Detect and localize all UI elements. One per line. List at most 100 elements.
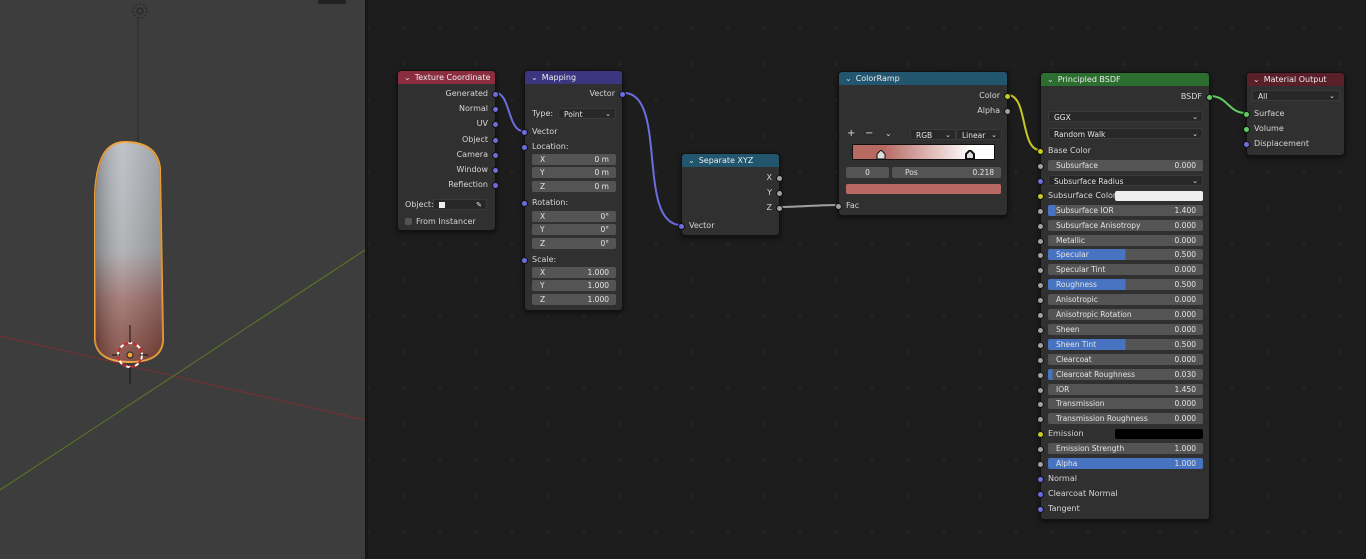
specular-slider[interactable]: Specular 0.500 bbox=[1048, 249, 1203, 260]
socket-tangent[interactable] bbox=[1037, 506, 1044, 513]
socket-surface[interactable] bbox=[1243, 111, 1250, 118]
socket-transmission-roughness[interactable] bbox=[1037, 416, 1044, 423]
socket-x[interactable] bbox=[776, 175, 783, 182]
active-stop-index[interactable]: 0 bbox=[846, 167, 889, 178]
scale-y[interactable]: Y 1.000 bbox=[532, 280, 616, 291]
socket-normal[interactable] bbox=[1037, 476, 1044, 483]
socket-object[interactable] bbox=[492, 137, 499, 144]
socket-uv[interactable] bbox=[492, 121, 499, 128]
socket-window[interactable] bbox=[492, 167, 499, 174]
node-texture-coordinate[interactable]: ⌄ Texture Coordinate Generated Normal UV … bbox=[397, 70, 499, 231]
rotation-x[interactable]: X 0° bbox=[532, 211, 616, 222]
socket-sheen-tint[interactable] bbox=[1037, 342, 1044, 349]
socket-specular-tint[interactable] bbox=[1037, 267, 1044, 274]
subsurface-anisotropy-slider[interactable]: Subsurface Anisotropy 0.000 bbox=[1048, 220, 1203, 231]
subsurface-method-dropdown[interactable]: Random Walk ⌄ bbox=[1048, 128, 1203, 139]
socket-scale[interactable] bbox=[521, 257, 528, 264]
subsurface-slider[interactable]: Subsurface 0.000 bbox=[1048, 160, 1203, 171]
location-x[interactable]: X0 m bbox=[532, 154, 616, 165]
socket-clearcoat-normal[interactable] bbox=[1037, 491, 1044, 498]
add-stop-button[interactable]: + bbox=[847, 128, 855, 140]
ramp-menu-button[interactable]: ⌄ bbox=[885, 128, 892, 140]
sheen-slider[interactable]: Sheen 0.000 bbox=[1048, 324, 1203, 335]
subsurface-color-color-swatch[interactable] bbox=[1115, 191, 1203, 201]
collapse-chevron-icon[interactable]: ⌄ bbox=[845, 72, 852, 85]
socket-vector-in[interactable] bbox=[678, 223, 685, 230]
socket-alpha-out[interactable] bbox=[1004, 108, 1011, 115]
distribution-dropdown[interactable]: GGX ⌄ bbox=[1048, 111, 1203, 122]
clearcoat-slider[interactable]: Clearcoat 0.000 bbox=[1048, 354, 1203, 365]
socket-fac[interactable] bbox=[835, 203, 842, 210]
location-y[interactable]: Y0 m bbox=[532, 167, 616, 178]
eyedropper-icon[interactable]: ✎ bbox=[476, 200, 482, 211]
specular-tint-slider[interactable]: Specular Tint 0.000 bbox=[1048, 264, 1203, 275]
color-mode-dropdown[interactable]: RGB ⌄ bbox=[910, 129, 956, 140]
socket-ior[interactable] bbox=[1037, 387, 1044, 394]
scale-z[interactable]: Z 1.000 bbox=[532, 294, 616, 305]
socket-subsurface-color[interactable] bbox=[1037, 193, 1044, 200]
location-z[interactable]: Z0 m bbox=[532, 181, 616, 192]
color-stop-1[interactable] bbox=[965, 150, 975, 160]
emission-strength-slider[interactable]: Emission Strength 1.000 bbox=[1048, 443, 1203, 454]
node-header[interactable]: ⌄ Separate XYZ bbox=[682, 154, 779, 167]
socket-rotation[interactable] bbox=[521, 200, 528, 207]
stop-color-swatch[interactable] bbox=[846, 184, 1001, 194]
socket-transmission[interactable] bbox=[1037, 401, 1044, 408]
color-stop-0[interactable] bbox=[876, 150, 886, 160]
node-editor[interactable]: ⌄ Texture Coordinate Generated Normal UV … bbox=[368, 0, 1366, 559]
socket-metallic[interactable] bbox=[1037, 238, 1044, 245]
socket-clearcoat-roughness[interactable] bbox=[1037, 372, 1044, 379]
socket-subsurface-ior[interactable] bbox=[1037, 208, 1044, 215]
transmission-roughness-slider[interactable]: Transmission Roughness 0.000 bbox=[1048, 413, 1203, 424]
socket-vector-out[interactable] bbox=[619, 91, 626, 98]
node-header[interactable]: ⌄ Principled BSDF bbox=[1041, 73, 1209, 86]
socket-reflection[interactable] bbox=[492, 182, 499, 189]
node-header[interactable]: ⌄ Material Output bbox=[1247, 73, 1344, 86]
remove-stop-button[interactable]: − bbox=[865, 128, 873, 140]
socket-anisotropic-rotation[interactable] bbox=[1037, 312, 1044, 319]
socket-subsurface-anisotropy[interactable] bbox=[1037, 223, 1044, 230]
socket-color-out[interactable] bbox=[1004, 93, 1011, 100]
metallic-slider[interactable]: Metallic 0.000 bbox=[1048, 235, 1203, 246]
socket-generated[interactable] bbox=[492, 91, 499, 98]
roughness-slider[interactable]: Roughness 0.500 bbox=[1048, 279, 1203, 290]
collapse-chevron-icon[interactable]: ⌄ bbox=[1047, 73, 1054, 86]
socket-z[interactable] bbox=[776, 205, 783, 212]
emission-color-swatch[interactable] bbox=[1115, 429, 1203, 439]
interpolation-dropdown[interactable]: Linear ⌄ bbox=[956, 129, 1002, 140]
rotation-z[interactable]: Z 0° bbox=[532, 238, 616, 249]
object-picker[interactable]: ✎ bbox=[433, 199, 487, 210]
viewport-canvas[interactable] bbox=[0, 0, 365, 559]
node-separate-xyz[interactable]: ⌄ Separate XYZ X Y Z Vector bbox=[678, 153, 783, 236]
socket-vector-in[interactable] bbox=[521, 129, 528, 136]
render-target-dropdown[interactable]: All ⌄ bbox=[1252, 90, 1340, 101]
collapse-chevron-icon[interactable]: ⌄ bbox=[688, 154, 695, 167]
socket-clearcoat[interactable] bbox=[1037, 357, 1044, 364]
socket-emission[interactable] bbox=[1037, 431, 1044, 438]
node-mapping[interactable]: ⌄ Mapping Vector Type: Point ⌄ Vector Loca… bbox=[521, 70, 626, 311]
socket-displacement[interactable] bbox=[1243, 141, 1250, 148]
anisotropic-rotation-slider[interactable]: Anisotropic Rotation 0.000 bbox=[1048, 309, 1203, 320]
socket-subsurface-radius[interactable] bbox=[1037, 178, 1044, 185]
clearcoat-roughness-slider[interactable]: Clearcoat Roughness 0.030 bbox=[1048, 369, 1203, 380]
node-principled-bsdf[interactable]: ⌄ Principled BSDF BSDF GGX ⌄ Random Walk ⌄ … bbox=[1037, 72, 1213, 520]
node-material-output[interactable]: ⌄ Material Output All ⌄ Surface Volume Dis… bbox=[1243, 72, 1345, 156]
rotation-y[interactable]: Y 0° bbox=[532, 224, 616, 235]
socket-anisotropic[interactable] bbox=[1037, 297, 1044, 304]
socket-subsurface[interactable] bbox=[1037, 163, 1044, 170]
socket-alpha[interactable] bbox=[1037, 461, 1044, 468]
collapse-chevron-icon[interactable]: ⌄ bbox=[531, 71, 538, 84]
transmission-slider[interactable]: Transmission 0.000 bbox=[1048, 398, 1203, 409]
alpha-slider[interactable]: Alpha 1.000 bbox=[1048, 458, 1203, 469]
subsurface-radius-dropdown[interactable]: Subsurface Radius ⌄ bbox=[1048, 175, 1203, 186]
socket-specular[interactable] bbox=[1037, 252, 1044, 259]
stop-position-field[interactable]: Pos 0.218 bbox=[892, 167, 1001, 178]
mapping-type-dropdown[interactable]: Point ⌄ bbox=[558, 108, 616, 119]
node-header[interactable]: ⌄ Mapping bbox=[525, 71, 622, 84]
socket-y[interactable] bbox=[776, 190, 783, 197]
node-header[interactable]: ⌄ ColorRamp bbox=[839, 72, 1007, 85]
collapse-chevron-icon[interactable]: ⌄ bbox=[404, 71, 411, 84]
socket-bsdf-out[interactable] bbox=[1206, 94, 1213, 101]
3d-viewport[interactable] bbox=[0, 0, 365, 559]
collapse-chevron-icon[interactable]: ⌄ bbox=[1253, 73, 1260, 86]
